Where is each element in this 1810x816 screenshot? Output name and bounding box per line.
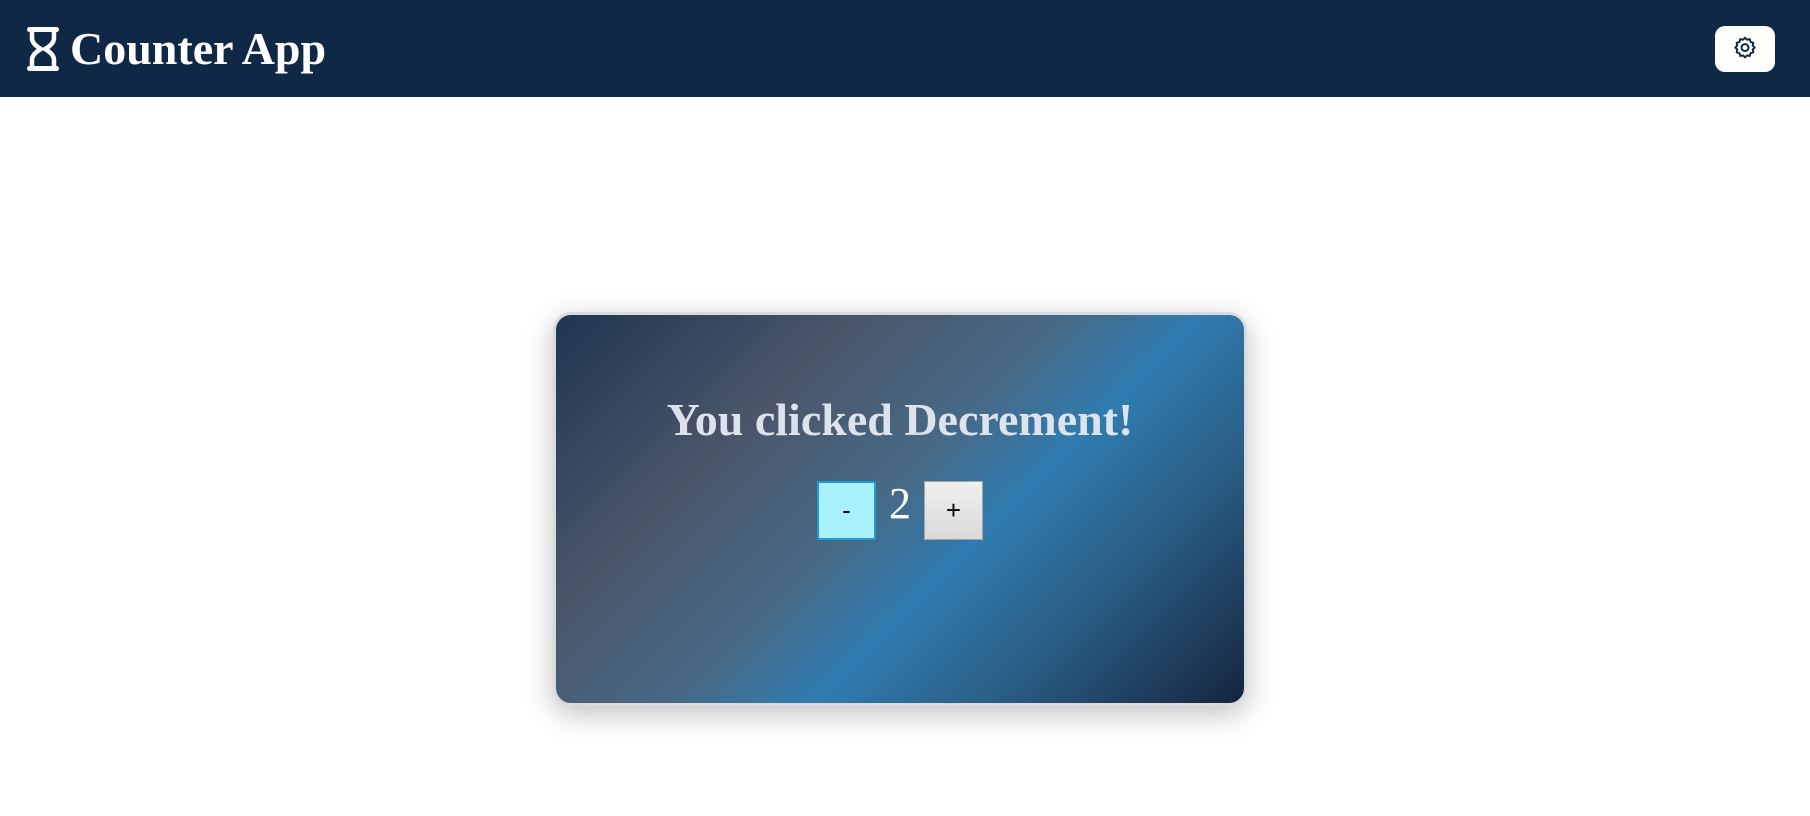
settings-button[interactable] — [1715, 26, 1775, 72]
decrement-button[interactable]: - — [817, 480, 876, 540]
counter-controls: - 2 + — [556, 480, 1244, 540]
hourglass-icon — [24, 25, 62, 73]
increment-button[interactable]: + — [924, 480, 983, 540]
app-title: Counter App — [70, 22, 327, 74]
gear-icon — [1732, 35, 1758, 64]
navbar: Counter App — [0, 0, 1810, 97]
status-message: You clicked Decrement! — [666, 394, 1134, 445]
counter-value: 2 — [889, 479, 911, 528]
counter-card: You clicked Decrement! - 2 + — [553, 312, 1247, 706]
brand: Counter App — [24, 0, 326, 97]
